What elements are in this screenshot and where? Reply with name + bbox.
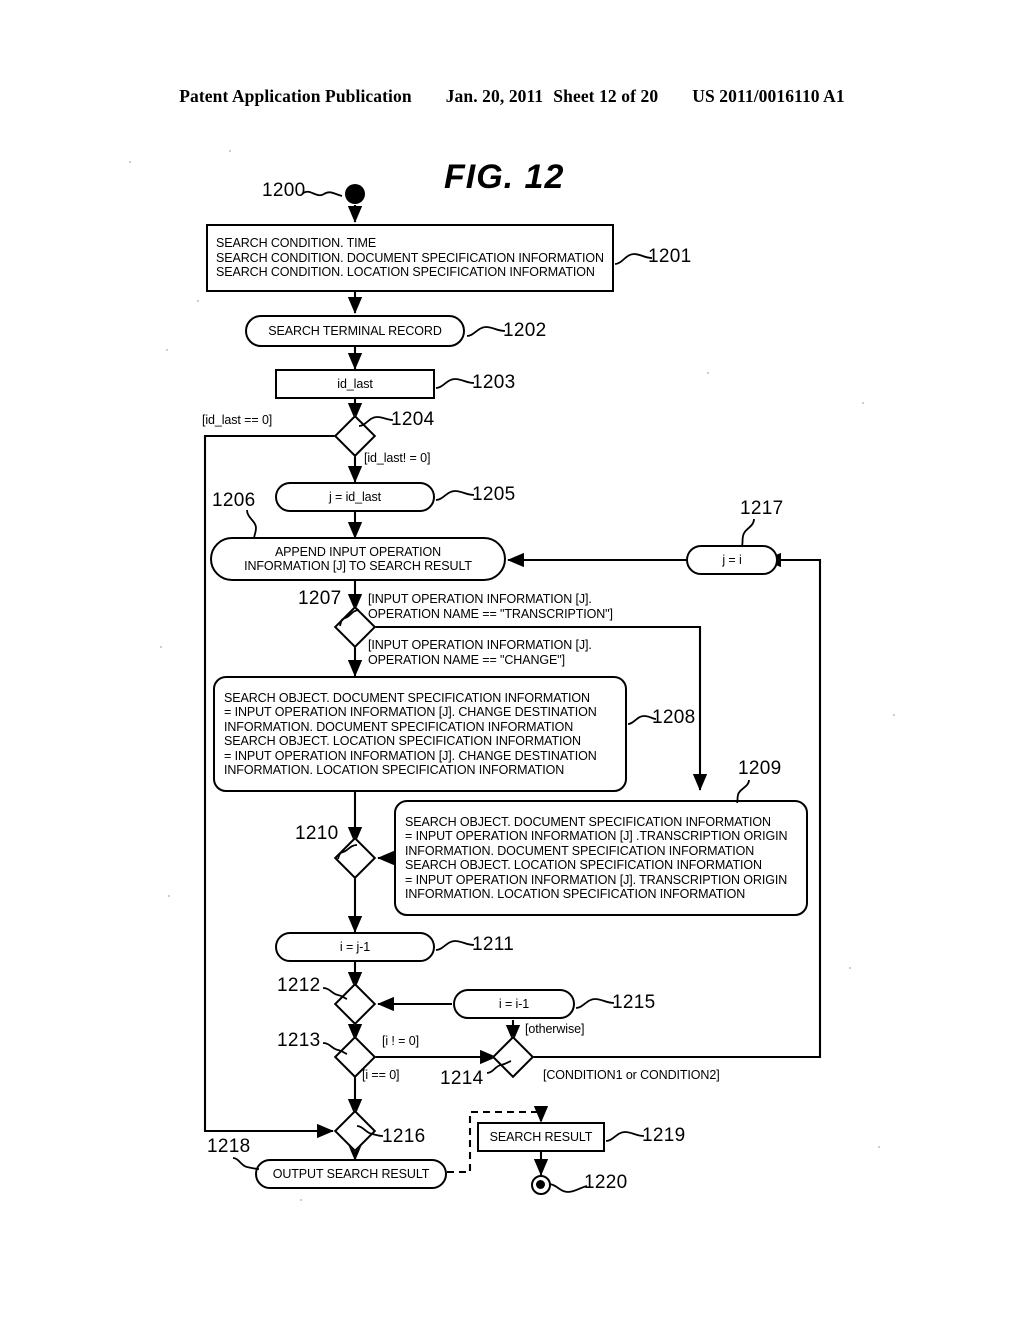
leader-1202 xyxy=(466,326,506,337)
action-node-1205: j = id_last xyxy=(275,482,435,512)
ref-1201: 1201 xyxy=(648,246,692,267)
action-node-1202: SEARCH TERMINAL RECORD xyxy=(245,315,465,347)
ref-1214: 1214 xyxy=(440,1068,484,1089)
ref-1208: 1208 xyxy=(652,707,696,728)
leader-1208 xyxy=(627,715,657,725)
leader-1216 xyxy=(356,1125,384,1137)
guard-condition12: [CONDITION1 or CONDITION2] xyxy=(543,1068,720,1082)
leader-1210 xyxy=(337,844,358,860)
leader-1204 xyxy=(358,416,394,427)
header-sheet: Sheet 12 of 20 xyxy=(553,86,659,106)
leader-1218 xyxy=(232,1157,260,1170)
scan-speck xyxy=(197,300,199,302)
ref-1211: 1211 xyxy=(472,934,515,955)
action-node-1215: i = i-1 xyxy=(453,989,575,1019)
ref-1200: 1200 xyxy=(262,180,306,201)
leader-1213 xyxy=(322,1042,348,1055)
scan-speck xyxy=(168,895,170,897)
guard-id-last-ne0: [id_last! = 0] xyxy=(364,451,431,465)
object-node-1203: id_last xyxy=(275,369,435,399)
leader-1212 xyxy=(322,987,348,1000)
ref-1218: 1218 xyxy=(207,1136,251,1157)
guard-op-change: [INPUT OPERATION INFORMATION [J]. OPERAT… xyxy=(368,638,592,667)
ref-1209: 1209 xyxy=(738,758,782,779)
ref-1205: 1205 xyxy=(472,484,516,505)
ref-1204: 1204 xyxy=(391,409,435,430)
leader-1219 xyxy=(605,1131,645,1142)
scan-speck xyxy=(166,349,168,351)
ref-1203: 1203 xyxy=(472,372,516,393)
ref-1212: 1212 xyxy=(277,975,321,996)
action-node-1206: APPEND INPUT OPERATION INFORMATION [J] T… xyxy=(210,537,506,581)
scan-speck xyxy=(707,372,709,374)
scan-speck xyxy=(129,161,131,163)
object-node-1219: SEARCH RESULT xyxy=(477,1122,605,1152)
leader-1200 xyxy=(301,190,343,197)
leader-1209 xyxy=(736,779,750,803)
figure-title: FIG. 12 xyxy=(444,158,565,196)
action-node-1211: i = j-1 xyxy=(275,932,435,962)
leader-1207 xyxy=(339,609,360,627)
guard-otherwise: [otherwise] xyxy=(525,1022,585,1036)
header-docnum: US 2011/0016110 A1 xyxy=(692,86,845,106)
ref-1217: 1217 xyxy=(740,498,784,519)
header-date: Jan. 20, 2011 xyxy=(445,86,544,106)
ref-1210: 1210 xyxy=(295,823,339,844)
scan-speck xyxy=(229,150,231,152)
guard-i-eq0: [i == 0] xyxy=(362,1068,400,1082)
guard-op-transcription: [INPUT OPERATION INFORMATION [J]. OPERAT… xyxy=(368,592,613,621)
ref-1219: 1219 xyxy=(642,1125,686,1146)
ref-1220: 1220 xyxy=(584,1172,628,1193)
patent-figure-page: Patent Application Publication Jan. 20, 2… xyxy=(0,0,1024,1320)
scan-speck xyxy=(862,402,864,404)
scan-speck xyxy=(893,714,895,716)
leader-1211 xyxy=(435,940,475,951)
object-node-1208: SEARCH OBJECT. DOCUMENT SPECIFICATION IN… xyxy=(213,676,627,792)
action-node-1217: j = i xyxy=(686,545,778,575)
leader-1206 xyxy=(246,509,257,539)
leader-1205 xyxy=(435,490,475,501)
ref-1202: 1202 xyxy=(503,320,547,341)
action-node-1218: OUTPUT SEARCH RESULT xyxy=(255,1159,447,1189)
ref-1207: 1207 xyxy=(298,588,342,609)
ref-1215: 1215 xyxy=(612,992,656,1013)
leader-1203 xyxy=(435,378,475,389)
scan-speck xyxy=(300,1199,302,1201)
initial-node-1200 xyxy=(345,184,365,204)
guard-id-last-eq0: [id_last == 0] xyxy=(202,413,273,427)
scan-speck xyxy=(849,967,851,969)
page-header: Patent Application Publication Jan. 20, 2… xyxy=(0,86,1024,107)
leader-1214 xyxy=(486,1060,512,1074)
scan-speck xyxy=(160,646,162,648)
ref-1213: 1213 xyxy=(277,1030,321,1051)
leader-1201 xyxy=(614,253,653,265)
header-publication: Patent Application Publication xyxy=(179,86,412,106)
leader-1220 xyxy=(548,1183,588,1193)
guard-i-ne0: [i ! = 0] xyxy=(382,1034,419,1048)
object-node-1209: SEARCH OBJECT. DOCUMENT SPECIFICATION IN… xyxy=(394,800,808,916)
object-node-1201: SEARCH CONDITION. TIME SEARCH CONDITION.… xyxy=(206,224,614,292)
leader-1215 xyxy=(575,998,615,1009)
ref-1216: 1216 xyxy=(382,1126,426,1147)
leader-1217 xyxy=(741,518,755,546)
scan-speck xyxy=(878,1146,880,1148)
